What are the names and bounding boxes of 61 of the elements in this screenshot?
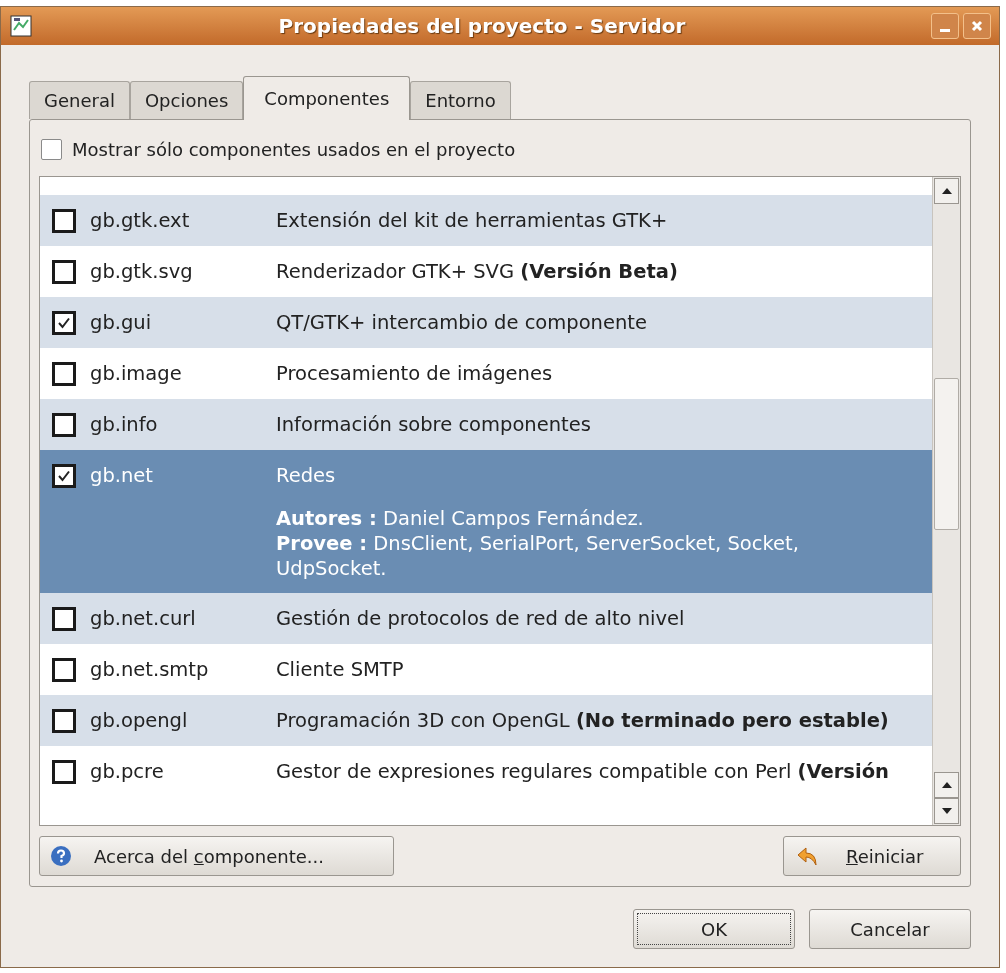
component-detail: Provee : DnsClient, SerialPort, ServerSocket, Socket, UdpSocket. (276, 531, 800, 581)
component-name: gb.net.curl (90, 605, 196, 632)
component-description: Información sobre componentes (276, 411, 591, 438)
scrollbar-thumb[interactable] (934, 378, 959, 530)
up-arrow-icon[interactable] (941, 781, 952, 789)
component-description: Extensión del kit de herramientas GTK+ (276, 207, 668, 234)
component-row[interactable]: gb.info Información sobre componentes (40, 399, 932, 450)
reset-button[interactable]: Reiniciar (783, 836, 961, 876)
component-description: Gestión de protocolos de red de alto nivel (276, 605, 685, 632)
dialog-button[interactable]: OK (633, 909, 795, 949)
check-icon (57, 315, 71, 330)
component-name: gb.opengl (90, 707, 188, 734)
checkbox[interactable] (52, 208, 76, 233)
minimize-button[interactable] (931, 13, 959, 39)
checkbox[interactable] (52, 361, 76, 386)
component-name: gb.net (90, 463, 153, 490)
component-name: gb.image (90, 360, 182, 387)
checkbox[interactable] (52, 464, 76, 488)
component-description: Programación 3D con OpenGL (No terminado pero estable) (276, 707, 889, 734)
checkbox[interactable] (52, 759, 76, 784)
component-name: gb.net.smtp (90, 656, 209, 683)
component-name: gb.gtk.ext (90, 207, 190, 234)
check-icon (57, 469, 71, 483)
component-name: gb.info (90, 411, 158, 438)
component-row[interactable]: gb.gui QT/GTK+ intercambio de componente (40, 297, 932, 348)
scrollbar[interactable] (932, 177, 960, 825)
checkbox[interactable] (52, 259, 76, 284)
component-description: Renderizador GTK+ SVG (Versión Beta) (276, 258, 678, 285)
help-icon (50, 845, 72, 867)
component-name: gb.pcre (90, 758, 164, 785)
checkbox[interactable] (52, 412, 76, 437)
tab[interactable]: Opciones (129, 81, 244, 119)
dialog-button[interactable]: Cancelar (809, 909, 971, 949)
up-arrow-icon[interactable] (941, 187, 952, 195)
component-description: QT/GTK+ intercambio de componente (276, 309, 647, 336)
component-description: Redes (276, 463, 337, 490)
component-description: Gestor de expresiones regulares compatible con Perl (Versión (276, 758, 889, 785)
tab[interactable]: Entorno (410, 81, 511, 119)
component-row[interactable]: gb.net.curl Gestión de protocolos de red de alto nivel (40, 593, 932, 644)
about-component-button[interactable]: Acerca del componente... (39, 836, 394, 876)
checkbox[interactable] (52, 606, 76, 631)
close-button[interactable] (963, 13, 991, 39)
component-row[interactable]: gb.gtk.ext Extensión del kit de herramientas GTK+ (40, 195, 932, 246)
checkbox[interactable] (52, 310, 76, 335)
component-name: gb.gui (90, 309, 152, 336)
checkbox[interactable] (41, 138, 62, 160)
undo-arrow-icon (796, 844, 820, 868)
component-detail: Autores : Daniel Campos Fernández. (276, 506, 645, 531)
component-name: gb.gtk.svg (90, 258, 193, 285)
component-description: Cliente SMTP (276, 656, 404, 683)
down-arrow-icon[interactable] (941, 807, 952, 815)
checkbox[interactable] (52, 708, 76, 733)
close-icon (971, 20, 983, 32)
window-icon (9, 14, 33, 38)
tab[interactable]: General (29, 81, 130, 119)
tab[interactable]: Componentes (243, 76, 411, 120)
filter-label: Mostrar sólo componentes usados en el proyecto (72, 137, 516, 162)
component-row[interactable]: gb.opengl Programación 3D con OpenGL (No terminado pero estable) (40, 695, 932, 746)
checkbox[interactable] (52, 657, 76, 682)
window-title: Propiedades del proyecto - Servidor (277, 13, 687, 40)
component-description: Procesamiento de imágenes (276, 360, 553, 387)
